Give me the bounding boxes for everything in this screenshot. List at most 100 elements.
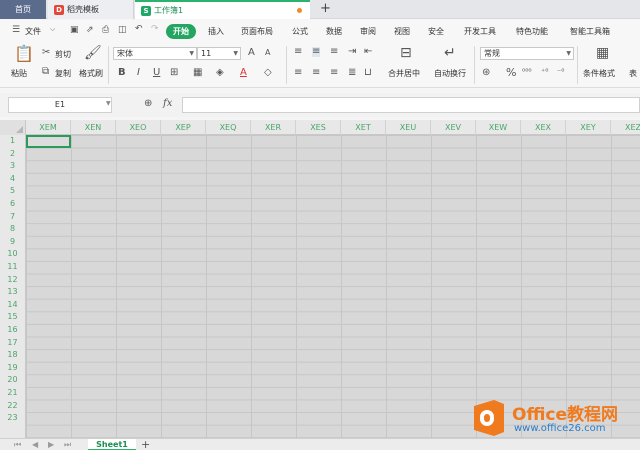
- merge-center-button[interactable]: 合并居中: [388, 68, 420, 79]
- format-painter-icon[interactable]: 🖌: [84, 46, 102, 60]
- align-center-icon[interactable]: ≡: [312, 68, 320, 78]
- tab-insert[interactable]: 插入: [208, 26, 224, 37]
- wrap-text-button[interactable]: 自动换行: [434, 68, 466, 79]
- underline-icon[interactable]: U: [153, 68, 160, 78]
- paste-icon[interactable]: 📋: [14, 46, 34, 62]
- column-header[interactable]: XEQ: [206, 120, 251, 135]
- export-icon[interactable]: ⇗: [86, 25, 94, 35]
- conditional-format-icon[interactable]: ▦: [596, 46, 609, 60]
- chevron-down-icon[interactable]: ▼: [106, 101, 111, 107]
- row-header[interactable]: 18: [0, 349, 25, 362]
- row-header[interactable]: 12: [0, 274, 25, 287]
- tab-review[interactable]: 审阅: [360, 26, 376, 37]
- column-header[interactable]: XEU: [386, 120, 431, 135]
- column-header[interactable]: XEW: [476, 120, 521, 135]
- paste-button[interactable]: 粘贴: [11, 68, 27, 79]
- percent-icon[interactable]: %: [506, 67, 516, 78]
- distribute-icon[interactable]: ⊔: [364, 68, 372, 78]
- column-header[interactable]: XEZ: [611, 120, 640, 135]
- column-header[interactable]: XEP: [161, 120, 206, 135]
- row-header[interactable]: 19: [0, 362, 25, 375]
- row-header[interactable]: 2: [0, 148, 25, 161]
- row-header[interactable]: 14: [0, 299, 25, 312]
- row-header[interactable]: 22: [0, 400, 25, 413]
- row-header[interactable]: 16: [0, 324, 25, 337]
- wrap-text-icon[interactable]: ↵: [444, 46, 456, 60]
- row-header[interactable]: 6: [0, 198, 25, 211]
- row-header[interactable]: 7: [0, 211, 25, 224]
- print-icon[interactable]: ⎙: [102, 25, 109, 35]
- conditional-format-button[interactable]: 条件格式: [583, 68, 615, 79]
- align-right-icon[interactable]: ≡: [330, 68, 338, 78]
- new-tab-button[interactable]: +: [320, 1, 331, 16]
- bold-icon[interactable]: B: [118, 68, 126, 78]
- copy-icon[interactable]: ⧉: [42, 67, 49, 77]
- increase-decimal-icon[interactable]: ⁺⁰: [541, 68, 548, 76]
- add-sheet-button[interactable]: +: [141, 439, 150, 450]
- currency-icon[interactable]: ⊛: [482, 68, 490, 78]
- format-painter-button[interactable]: 格式刷: [79, 68, 103, 79]
- copy-button[interactable]: 复制: [55, 68, 71, 79]
- tab-formulas[interactable]: 公式: [292, 26, 308, 37]
- undo-icon[interactable]: ↶: [135, 24, 143, 34]
- tab-special-features[interactable]: 特色功能: [516, 26, 548, 37]
- column-header[interactable]: XEX: [521, 120, 566, 135]
- tab-view[interactable]: 视图: [394, 26, 410, 37]
- decrease-font-icon[interactable]: A: [265, 49, 270, 57]
- first-sheet-icon[interactable]: ⏮: [14, 439, 21, 450]
- align-bottom-icon[interactable]: ≡: [330, 47, 338, 57]
- font-size-select[interactable]: 11 ▼: [197, 47, 241, 60]
- chevron-down-icon[interactable]: ⌵: [50, 25, 55, 34]
- tab-smart-toolbox[interactable]: 智能工具箱: [570, 26, 610, 37]
- font-name-select[interactable]: 宋体 ▼: [113, 47, 197, 60]
- row-header[interactable]: 9: [0, 236, 25, 249]
- tab-template[interactable]: D 稻壳模板: [48, 0, 134, 19]
- next-sheet-icon[interactable]: ▶: [48, 439, 54, 450]
- tab-workbook[interactable]: S 工作簿1: [135, 0, 310, 19]
- print-preview-icon[interactable]: ◫: [118, 25, 127, 35]
- selected-cell[interactable]: [26, 135, 71, 148]
- border-icon[interactable]: ⊞: [170, 68, 178, 78]
- sheet-tab-sheet1[interactable]: Sheet1: [88, 439, 136, 450]
- align-top-icon[interactable]: ≡: [294, 47, 302, 57]
- column-header[interactable]: XEY: [566, 120, 611, 135]
- redo-icon[interactable]: ↷: [151, 24, 159, 34]
- row-header[interactable]: 5: [0, 185, 25, 198]
- indent-decrease-icon[interactable]: ⇤: [364, 47, 372, 57]
- column-header[interactable]: XET: [341, 120, 386, 135]
- increase-font-icon[interactable]: A: [248, 48, 255, 58]
- number-format-select[interactable]: 常规 ▼: [480, 47, 574, 60]
- column-header[interactable]: XEN: [71, 120, 116, 135]
- font-color-icon[interactable]: A: [240, 68, 247, 78]
- column-header[interactable]: XEV: [431, 120, 476, 135]
- column-header[interactable]: XEM: [26, 120, 71, 135]
- file-menu[interactable]: 文件: [25, 26, 41, 37]
- hamburger-icon[interactable]: ☰: [12, 25, 20, 35]
- tab-home[interactable]: 首页: [0, 0, 46, 19]
- name-box[interactable]: E1: [8, 97, 112, 113]
- clear-format-icon[interactable]: ◇: [264, 68, 272, 78]
- tab-security[interactable]: 安全: [428, 26, 444, 37]
- row-header[interactable]: 4: [0, 173, 25, 186]
- tab-data[interactable]: 数据: [326, 26, 342, 37]
- italic-icon[interactable]: I: [137, 68, 140, 78]
- last-sheet-icon[interactable]: ⏭: [64, 439, 71, 450]
- cell-area[interactable]: [26, 135, 640, 438]
- formula-input[interactable]: [182, 97, 640, 113]
- row-header[interactable]: 13: [0, 286, 25, 299]
- tab-page-layout[interactable]: 页面布局: [241, 26, 273, 37]
- prev-sheet-icon[interactable]: ◀: [32, 439, 38, 450]
- align-left-icon[interactable]: ≡: [294, 68, 302, 78]
- highlight-icon[interactable]: ◈: [216, 68, 224, 78]
- thousands-separator-icon[interactable]: ⁰⁰⁰: [522, 68, 532, 76]
- row-header[interactable]: 23: [0, 412, 25, 425]
- select-all-corner[interactable]: [0, 120, 26, 135]
- tab-developer[interactable]: 开发工具: [464, 26, 496, 37]
- cut-button[interactable]: 剪切: [55, 49, 71, 60]
- indent-increase-icon[interactable]: ⇥: [348, 47, 356, 57]
- merge-center-icon[interactable]: ⊟: [400, 46, 412, 60]
- row-header[interactable]: 17: [0, 337, 25, 350]
- zoom-icon[interactable]: ⊕: [144, 99, 152, 109]
- row-header[interactable]: 3: [0, 160, 25, 173]
- decrease-decimal-icon[interactable]: ⁻⁰: [557, 68, 564, 76]
